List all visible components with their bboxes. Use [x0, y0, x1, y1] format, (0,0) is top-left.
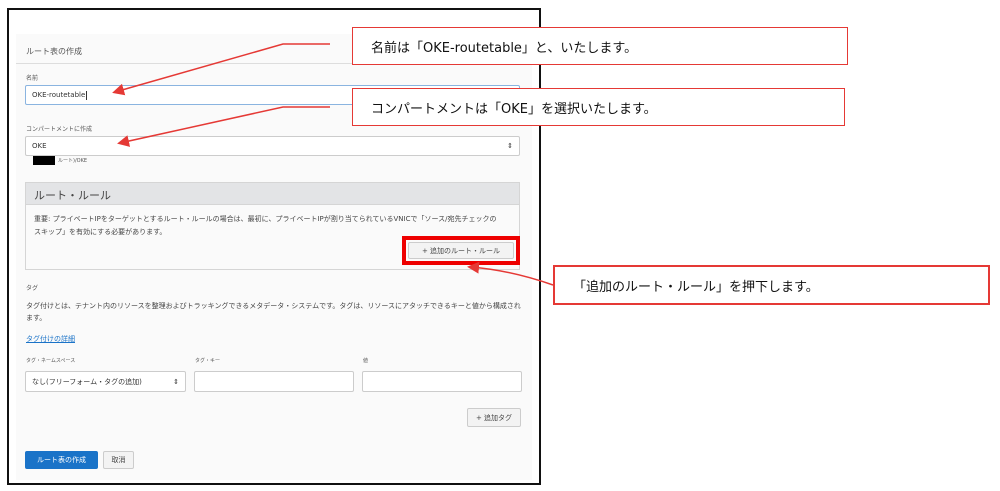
annotation-arrows: [112, 43, 554, 286]
arrow-to-compartment: [117, 106, 330, 147]
arrow-to-add-rule: [467, 261, 554, 286]
arrow-to-name: [112, 43, 330, 96]
